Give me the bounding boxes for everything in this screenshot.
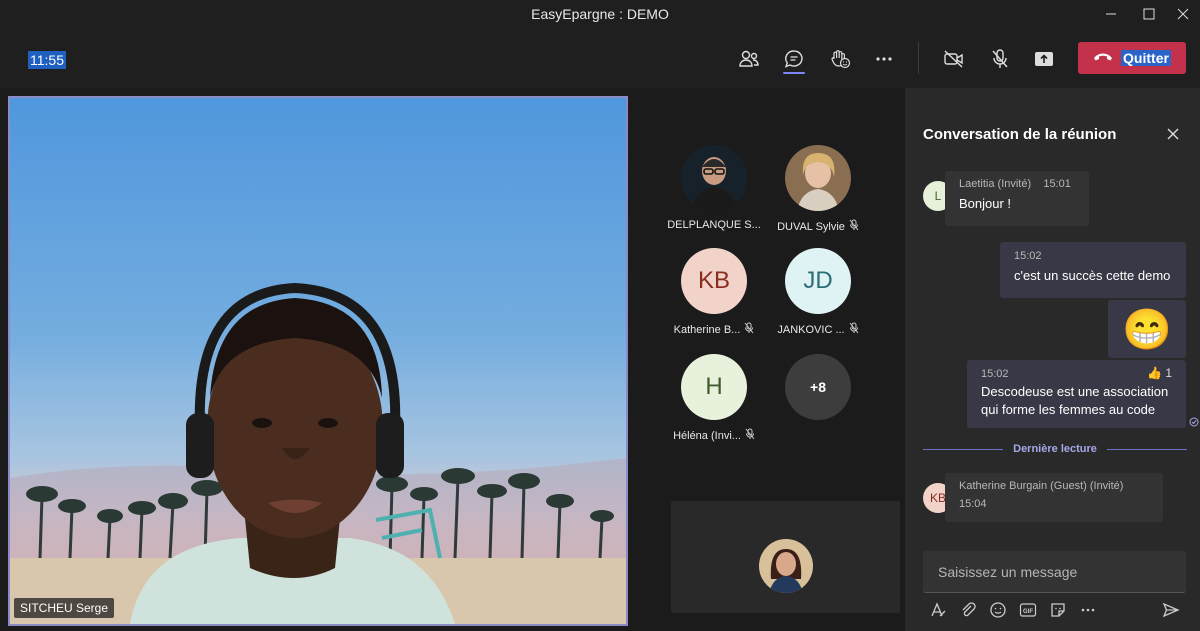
chat-title: Conversation de la réunion: [923, 126, 1117, 143]
grinning-emoji-icon: 😁: [1122, 307, 1172, 352]
close-icon[interactable]: [1163, 124, 1183, 144]
leave-button[interactable]: Quitter: [1078, 42, 1186, 74]
chat-message[interactable]: Laetitia (Invité) 15:01 Bonjour !: [945, 171, 1089, 226]
toolbar-divider: [918, 42, 919, 74]
emoji-icon[interactable]: [987, 600, 1009, 620]
message-time: 15:02: [981, 368, 1009, 380]
window-title: EasyEpargne : DEMO: [531, 6, 669, 22]
avatar-initials: KB: [681, 248, 747, 314]
participant-name-tag: SITCHEU Serge: [14, 598, 115, 618]
video-stage: SITCHEU Serge DELPLANQUE S... DUVAL Sylv…: [0, 88, 905, 631]
participant-name: DELPLANQUE S...: [667, 219, 761, 231]
thumbs-up-icon: 👍: [1147, 366, 1162, 380]
people-icon[interactable]: [733, 45, 765, 73]
leave-label: Quitter: [1121, 50, 1171, 66]
format-icon[interactable]: [927, 600, 949, 620]
message-input[interactable]: Saisissez un message: [923, 551, 1186, 593]
message-time: 15:02: [1014, 250, 1042, 262]
mic-muted-icon: [745, 428, 755, 443]
title-bar: EasyEpargne : DEMO: [0, 0, 1200, 28]
more-participants-tile[interactable]: +8: [768, 354, 868, 420]
message-reaction[interactable]: 👍 1: [1147, 366, 1172, 380]
main-video[interactable]: SITCHEU Serge: [8, 96, 628, 626]
chat-message[interactable]: 15:02 c'est un succès cette demo: [1000, 242, 1186, 298]
self-avatar: [759, 539, 813, 593]
message-time: 15:04: [959, 498, 987, 510]
avatar-initials: H: [681, 354, 747, 420]
avatar: [785, 145, 851, 211]
close-window-icon[interactable]: [1160, 0, 1200, 28]
participant-name: JANKOVIC ...: [777, 323, 845, 336]
chat-icon[interactable]: [778, 45, 810, 73]
chat-panel: Conversation de la réunion L Laetitia (I…: [905, 88, 1200, 631]
chat-message[interactable]: 15:02 👍 1 Descodeuse est une association…: [967, 360, 1186, 428]
message-text: Bonjour !: [959, 196, 1012, 211]
mic-muted-icon: [849, 219, 859, 234]
gif-icon[interactable]: GIF: [1017, 600, 1039, 620]
participant-tile[interactable]: DELPLANQUE S...: [664, 145, 764, 231]
message-text: c'est un succès cette demo: [1014, 268, 1171, 283]
mic-muted-icon: [849, 322, 859, 337]
emoji-message[interactable]: 😁: [1108, 300, 1186, 358]
chat-message[interactable]: Katherine Burgain (Guest) (Invité) 15:04: [945, 473, 1163, 522]
reactions-icon[interactable]: [824, 45, 856, 73]
phone-icon: [1093, 50, 1113, 66]
meeting-timer: 11:55: [28, 51, 66, 69]
avatar-initials: JD: [785, 248, 851, 314]
attach-icon[interactable]: [957, 600, 979, 620]
more-participants-count: +8: [785, 354, 851, 420]
svg-text:GIF: GIF: [1023, 609, 1033, 615]
participant-tile[interactable]: DUVAL Sylvie: [768, 145, 868, 234]
avatar: [681, 145, 747, 211]
reaction-count: 1: [1165, 366, 1172, 380]
mic-off-icon[interactable]: [984, 45, 1016, 73]
self-view[interactable]: [671, 501, 900, 613]
participant-name: Héléna (Invi...: [673, 429, 741, 442]
more-options-icon[interactable]: [1077, 600, 1099, 620]
video-frame-illustration: [10, 282, 626, 624]
participant-tile[interactable]: KB Katherine B...: [664, 248, 764, 337]
participant-tile[interactable]: JD JANKOVIC ...: [768, 248, 868, 337]
share-icon[interactable]: [1028, 45, 1060, 73]
participant-name: DUVAL Sylvie: [777, 220, 845, 233]
sticker-icon[interactable]: [1047, 600, 1069, 620]
more-icon[interactable]: [868, 45, 900, 73]
camera-off-icon[interactable]: [938, 45, 970, 73]
last-read-label: Dernière lecture: [1013, 443, 1097, 455]
read-receipt-icon: [1189, 414, 1199, 432]
last-read-divider: Dernière lecture: [923, 443, 1188, 455]
meeting-toolbar: 11:55 Quitter: [0, 28, 1200, 88]
message-author: Laetitia (Invité): [959, 178, 1032, 190]
mic-muted-icon: [744, 322, 754, 337]
message-time: 15:01: [1043, 178, 1071, 190]
participant-tile[interactable]: H Héléna (Invi...: [664, 354, 764, 443]
participant-name: Katherine B...: [673, 323, 741, 336]
active-tab-indicator: [783, 72, 805, 74]
send-icon[interactable]: [1160, 600, 1182, 620]
message-author: Katherine Burgain (Guest) (Invité): [959, 480, 1124, 492]
message-text: Descodeuse est une association qui forme…: [981, 384, 1169, 417]
